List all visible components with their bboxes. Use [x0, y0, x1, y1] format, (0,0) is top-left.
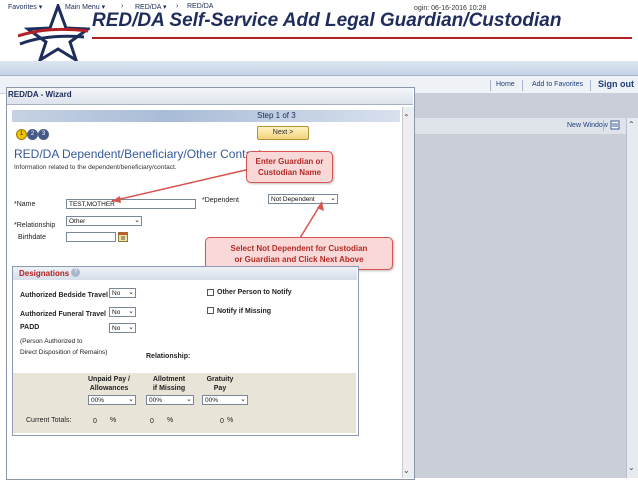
padd-note-line: (Person Authorized to — [20, 338, 83, 345]
percent-sign: % — [110, 417, 117, 424]
total-allotment: 0 — [150, 418, 154, 425]
callout-line: Custodian Name — [257, 168, 322, 177]
padd-label: PADD — [20, 324, 40, 331]
header-line: Allowances — [89, 385, 129, 392]
chevron-down-icon: ⌄ — [240, 396, 246, 403]
bedside-travel-value: No — [112, 290, 121, 297]
other-person-checkbox[interactable] — [207, 289, 214, 296]
header-line: Pay — [213, 385, 227, 392]
name-arrow-head-icon — [112, 196, 121, 203]
help-icon[interactable]: ? — [71, 268, 80, 277]
header-line: Allotment — [152, 376, 186, 383]
callout-line: Select Not Dependent for Custodian — [230, 244, 368, 253]
chevron-down-icon: ⌄ — [128, 396, 134, 403]
allotment-select[interactable]: 00% ⌄ — [146, 395, 194, 405]
current-totals-label: Current Totals: — [26, 417, 72, 424]
callout-enter-guardian-name: Enter Guardian or Custodian Name — [246, 151, 333, 183]
funeral-travel-select[interactable]: No ⌄ — [109, 307, 136, 317]
unpaid-pay-header: Unpaid Pay / Allowances — [84, 375, 134, 393]
relationship-field-label: Relationship: — [146, 353, 191, 360]
name-arrow-line — [111, 168, 251, 202]
allotment-value: 00% — [149, 397, 163, 404]
unpaid-pay-value: 00% — [91, 397, 105, 404]
designations-title: Designations — [19, 269, 70, 278]
padd-value: No — [112, 325, 121, 332]
padd-select[interactable]: No ⌄ — [109, 323, 136, 333]
gratuity-pay-header: Gratuity Pay — [200, 375, 240, 393]
header-line: Gratuity — [206, 376, 234, 383]
callout-line: Enter Guardian or — [255, 157, 324, 166]
funeral-travel-label: Authorized Funeral Travel — [20, 311, 106, 318]
header-line: if Missing — [152, 385, 186, 392]
chevron-down-icon: ⌄ — [128, 324, 134, 331]
percent-sign: % — [227, 417, 234, 424]
padd-note-line: Direct Disposition of Remains) — [20, 349, 108, 356]
total-gratuity: 0 — [220, 418, 224, 425]
notify-missing-checkbox[interactable] — [207, 307, 214, 314]
notify-missing-label: Notify if Missing — [217, 308, 272, 315]
other-person-label: Other Person to Notify — [217, 289, 292, 296]
percent-sign: % — [167, 417, 174, 424]
chevron-down-icon: ⌄ — [128, 289, 134, 296]
funeral-travel-value: No — [112, 309, 121, 316]
gratuity-value: 00% — [205, 397, 219, 404]
unpaid-pay-select[interactable]: 00% ⌄ — [88, 395, 136, 405]
callout-line: or Guardian and Click Next Above — [234, 255, 364, 264]
bedside-travel-select[interactable]: No ⌄ — [109, 288, 136, 298]
chevron-down-icon: ⌄ — [186, 396, 192, 403]
header-line: Unpaid Pay / — [87, 376, 130, 383]
chevron-down-icon: ⌄ — [128, 308, 134, 315]
bedside-travel-label: Authorized Bedside Travel — [20, 292, 108, 299]
allotment-header: Allotment if Missing — [146, 375, 192, 393]
gratuity-select[interactable]: 00% ⌄ — [202, 395, 248, 405]
total-unpaid: 0 — [93, 418, 97, 425]
